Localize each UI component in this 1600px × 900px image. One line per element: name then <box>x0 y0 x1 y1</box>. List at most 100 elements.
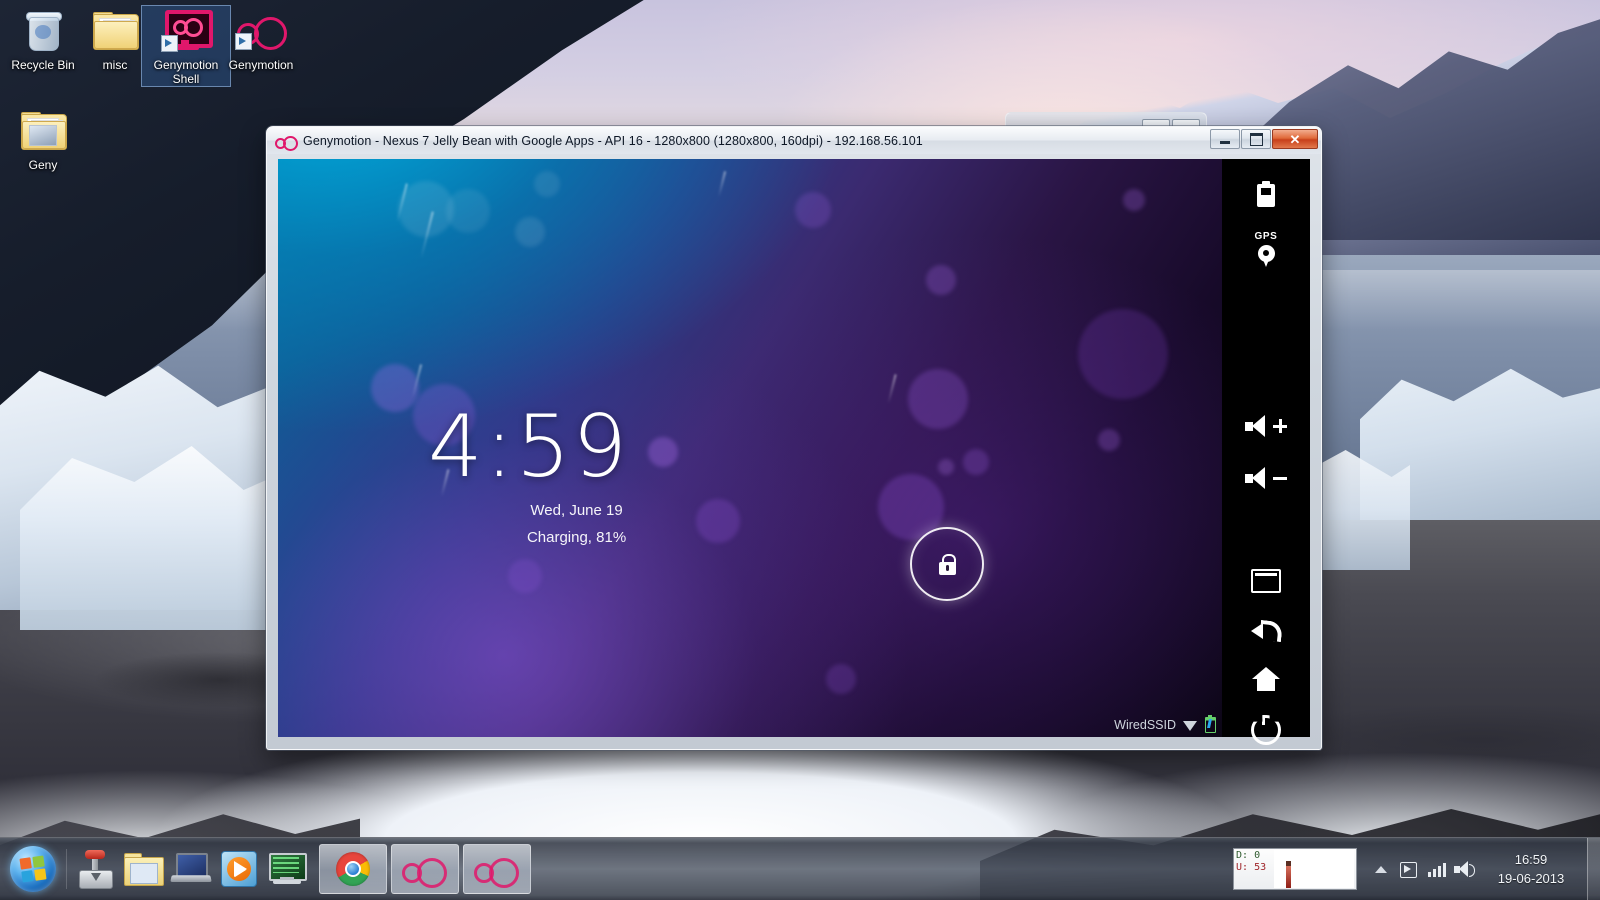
bokeh-circle <box>1098 429 1120 451</box>
chrome-icon <box>336 852 370 886</box>
folder-icon <box>0 106 86 154</box>
bokeh-circle <box>1123 189 1145 211</box>
network-signal-icon[interactable] <box>1423 849 1451 889</box>
desktop-icon-label: Geny <box>0 158 86 172</box>
battery-charging-icon <box>1205 717 1216 733</box>
power-icon <box>1251 715 1281 745</box>
window-title-bar[interactable]: Genymotion - Nexus 7 Jelly Bean with Goo… <box>267 127 1321 154</box>
back-arrow-icon <box>1251 619 1281 643</box>
battery-widget-button[interactable] <box>1222 159 1310 207</box>
genymotion-icon <box>402 856 448 882</box>
windows-taskbar[interactable]: D: 0 U: 53 16:59 19-06-2013 <box>0 837 1600 900</box>
bokeh-circle <box>1078 309 1168 399</box>
home-button[interactable] <box>1222 667 1310 691</box>
lockscreen-battery-status: Charging, 81% <box>428 529 629 546</box>
volume-down-button[interactable] <box>1222 467 1310 489</box>
bokeh-circle <box>938 459 954 475</box>
shortcut-arrow-icon <box>161 35 178 52</box>
network-monitor-labels: D: 0 U: 53 <box>1236 850 1266 874</box>
desktop-icon-geny[interactable]: Geny <box>0 106 86 172</box>
bokeh-circle <box>926 265 956 295</box>
bokeh-circle <box>826 664 856 694</box>
genymotion-toolbar[interactable]: GPS <box>1222 159 1310 737</box>
network-down-label: D: <box>1236 850 1248 861</box>
signal-bars-icon <box>1428 861 1446 877</box>
desktop-icon-genymotion[interactable]: Genymotion <box>218 6 304 72</box>
gps-widget-button[interactable]: GPS <box>1222 207 1310 267</box>
taskbar-chrome-window[interactable] <box>319 844 387 894</box>
wifi-ssid-label: WiredSSID <box>1114 718 1176 732</box>
back-button[interactable] <box>1222 619 1310 643</box>
wifi-icon <box>1183 719 1198 731</box>
genymotion-logo-icon <box>275 135 297 147</box>
bokeh-circle <box>648 437 678 467</box>
lock-icon <box>939 554 956 575</box>
home-icon <box>1252 667 1280 691</box>
window-controls[interactable]: ✕ <box>1210 129 1318 149</box>
minimize-button[interactable] <box>1210 129 1240 149</box>
taskbar-explorer-icon[interactable] <box>119 842 167 896</box>
windows-logo-icon <box>10 846 56 892</box>
network-down-value: 0 <box>1254 850 1260 861</box>
android-status-bar: WiredSSID <box>1114 717 1216 733</box>
bokeh-circle <box>908 369 968 429</box>
maximize-icon <box>1250 133 1263 146</box>
taskbar-media-player-icon[interactable] <box>215 842 263 896</box>
taskbar-genymotion-window-1[interactable] <box>391 844 459 894</box>
network-up-value: 53 <box>1254 862 1266 873</box>
speaker-icon <box>1454 860 1476 878</box>
bokeh-circle <box>508 559 542 593</box>
network-monitor-graph <box>1274 850 1354 888</box>
show-hidden-icons-chevron[interactable] <box>1367 849 1395 889</box>
volume-up-button[interactable] <box>1222 415 1310 437</box>
shortcut-arrow-icon <box>235 33 252 50</box>
battery-icon <box>1257 181 1275 207</box>
recent-apps-button[interactable] <box>1222 569 1310 593</box>
lockscreen-time: 4:59 <box>428 404 629 490</box>
genymotion-window[interactable]: Genymotion - Nexus 7 Jelly Bean with Goo… <box>266 126 1322 750</box>
volume-speaker-icon[interactable] <box>1451 849 1479 889</box>
genymotion-icon <box>218 6 304 54</box>
clock-date: 19-06-2013 <box>1498 869 1565 888</box>
network-monitor-bar <box>1286 866 1291 888</box>
start-orb-button[interactable] <box>4 841 62 897</box>
taskbar-virtualbox-icon[interactable] <box>263 842 311 896</box>
bokeh-circle <box>963 449 989 475</box>
volume-down-icon <box>1245 467 1287 489</box>
power-button[interactable] <box>1222 715 1310 745</box>
lockscreen-unlock-ring[interactable] <box>910 527 984 601</box>
network-monitor-bar-tip <box>1286 861 1291 866</box>
bokeh-circle <box>696 499 740 543</box>
system-tray[interactable]: D: 0 U: 53 16:59 19-06-2013 <box>1233 838 1600 900</box>
desktop-icon-label: Genymotion <box>218 58 304 72</box>
taskbar-laptop-icon[interactable] <box>167 842 215 896</box>
bokeh-circle <box>795 192 831 228</box>
minimize-icon <box>1220 141 1230 144</box>
show-desktop-button[interactable] <box>1587 838 1600 900</box>
flag-icon <box>1400 860 1419 878</box>
bokeh-circle <box>515 217 545 247</box>
network-monitor-widget[interactable]: D: 0 U: 53 <box>1233 848 1357 890</box>
taskbar-genymotion-window-2[interactable] <box>463 844 531 894</box>
taskbar-clock[interactable]: 16:59 19-06-2013 <box>1479 838 1583 900</box>
android-screen[interactable]: 4:59 Wed, June 19 Charging, 81% WiredSSI… <box>278 159 1222 737</box>
taskbar-divider <box>66 849 67 889</box>
bokeh-circle <box>371 364 419 412</box>
clock-time: 16:59 <box>1515 850 1548 869</box>
chevron-up-icon <box>1375 866 1387 873</box>
action-center-flag-icon[interactable] <box>1395 849 1423 889</box>
genymotion-icon <box>474 856 520 882</box>
recent-apps-icon <box>1251 569 1281 593</box>
lockscreen-date: Wed, June 19 <box>428 502 629 519</box>
gps-label: GPS <box>1255 231 1278 242</box>
maximize-button[interactable] <box>1241 129 1271 149</box>
lockscreen-clock-block: 4:59 Wed, June 19 Charging, 81% <box>428 404 629 546</box>
volume-up-icon <box>1245 415 1287 437</box>
close-button[interactable]: ✕ <box>1272 129 1318 149</box>
network-up-label: U: <box>1236 862 1248 873</box>
bokeh-circle <box>534 171 560 197</box>
android-wallpaper <box>278 159 1222 737</box>
desktop-icon-genymotion-shell[interactable]: Genymotion Shell <box>142 6 230 86</box>
taskbar-joystick-icon[interactable] <box>71 842 119 896</box>
bokeh-circle <box>446 189 490 233</box>
